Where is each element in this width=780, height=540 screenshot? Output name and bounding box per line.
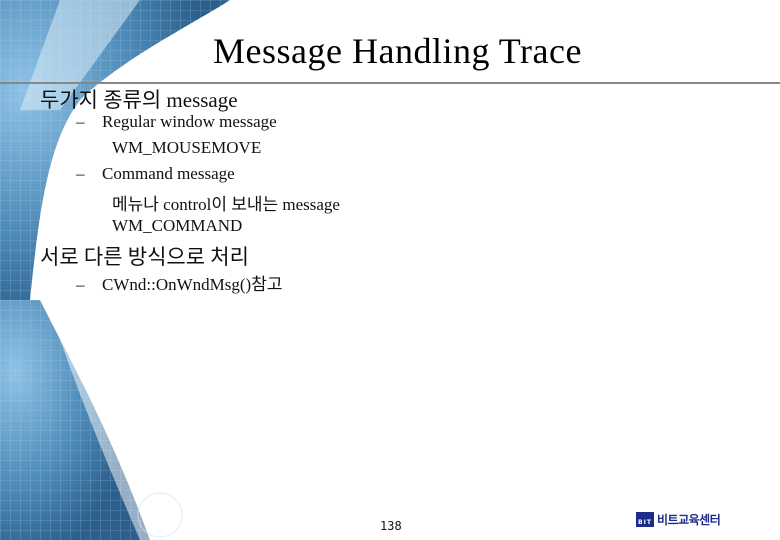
bullet-text: WM_MOUSEMOVE xyxy=(112,138,262,157)
bullet-level1: 두가지 종류의 message xyxy=(40,84,238,114)
dash-bullet-icon: – xyxy=(76,275,85,294)
bullet-text: Command message xyxy=(102,164,235,183)
footer-logo: BIT 비트교육센터 xyxy=(636,511,721,528)
slide-body: 두가지 종류의 message – Regular window message … xyxy=(0,0,780,540)
bullet-level2: – CWnd::OnWndMsg()참고 xyxy=(76,270,283,295)
bullet-level2: – Regular window message xyxy=(76,112,277,132)
logo-text: 비트교육센터 xyxy=(657,513,721,527)
bullet-level2: – Command message xyxy=(76,164,235,184)
dash-bullet-icon: – xyxy=(76,164,85,183)
bit-logo-icon: BIT xyxy=(636,512,654,527)
bullet-level3: WM_COMMAND xyxy=(112,216,242,236)
page-number: 138 xyxy=(380,519,402,533)
bullet-text: Regular window message xyxy=(102,112,277,131)
bullet-text: 서로 다른 방식으로 처리 xyxy=(40,245,249,269)
bullet-level3: WM_MOUSEMOVE xyxy=(112,138,261,158)
dash-bullet-icon: – xyxy=(76,112,85,131)
bullet-level3: 메뉴나 control이 보내는 message xyxy=(112,190,340,215)
bullet-text: 두가지 종류의 message xyxy=(40,88,238,112)
bullet-level1: 서로 다른 방식으로 처리 xyxy=(40,241,249,271)
bullet-text: CWnd::OnWndMsg()참고 xyxy=(102,275,283,294)
bullet-text: WM_COMMAND xyxy=(112,216,243,235)
bullet-text: 메뉴나 control이 보내는 message xyxy=(112,195,340,214)
